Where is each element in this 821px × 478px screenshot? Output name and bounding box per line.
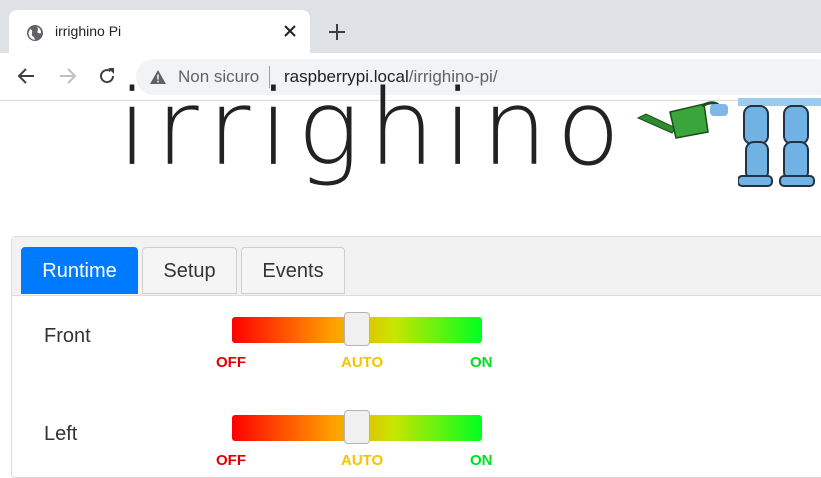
zone-label: Left bbox=[44, 423, 78, 445]
robot-icon bbox=[738, 98, 821, 187]
back-icon[interactable] bbox=[16, 65, 38, 87]
reload-icon[interactable] bbox=[96, 65, 118, 87]
tab-setup[interactable]: Setup bbox=[142, 247, 237, 294]
tab-bar: Runtime Setup Events bbox=[12, 237, 821, 296]
globe-icon bbox=[27, 25, 43, 41]
close-icon[interactable] bbox=[281, 22, 299, 40]
zone-label: Front bbox=[44, 325, 91, 347]
slider-thumb[interactable] bbox=[344, 410, 370, 444]
forward-icon[interactable] bbox=[56, 65, 78, 87]
slider-thumb[interactable] bbox=[344, 312, 370, 346]
mode-label-auto: AUTO bbox=[341, 354, 384, 371]
tab-events[interactable]: Events bbox=[241, 247, 345, 294]
zone-mode-slider[interactable] bbox=[232, 312, 482, 346]
mode-label-on: ON bbox=[470, 354, 493, 371]
mode-label-off: OFF bbox=[216, 354, 246, 371]
tab-title: irrighino Pi bbox=[55, 23, 122, 39]
browser-tab[interactable]: irrighino Pi bbox=[9, 10, 310, 53]
watering-can-icon bbox=[636, 101, 728, 139]
zone-mode-slider[interactable] bbox=[232, 410, 482, 444]
browser-tabstrip: irrighino Pi bbox=[0, 0, 821, 53]
tab-runtime[interactable]: Runtime bbox=[21, 247, 138, 294]
new-tab-icon[interactable] bbox=[326, 21, 348, 43]
logo-text: irrighino bbox=[118, 67, 630, 189]
main-card: Runtime Setup Events Front OFF AUTO ON L… bbox=[11, 236, 821, 478]
